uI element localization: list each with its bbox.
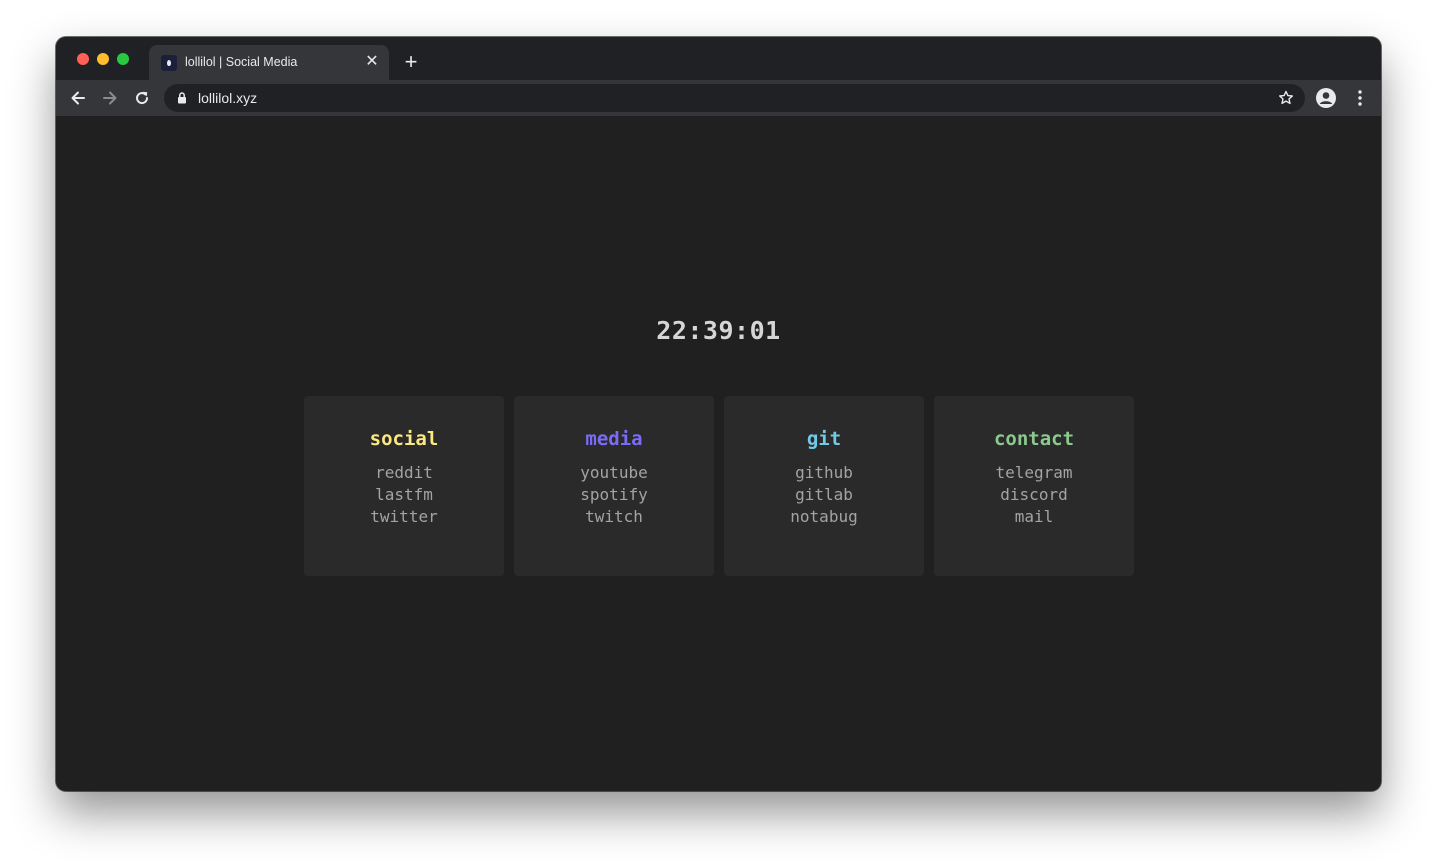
favicon-icon [161,55,177,71]
tab-title: lollilol | Social Media [185,55,298,69]
link-youtube[interactable]: youtube [514,462,714,484]
card-git: git github gitlab notabug [724,396,924,576]
forward-button[interactable] [98,86,122,110]
card-title: git [806,428,842,450]
tab-close-icon[interactable]: ✕ [363,53,381,71]
address-bar[interactable]: lollilol.xyz [164,84,1305,112]
title-bar: lollilol | Social Media ✕ + [56,37,1381,80]
link-notabug[interactable]: notabug [724,506,924,528]
card-contact: contact telegram discord mail [934,396,1134,576]
profile-icon[interactable] [1315,87,1337,109]
minimize-window-button[interactable] [97,53,109,65]
link-github[interactable]: github [724,462,924,484]
arrow-right-icon [103,91,117,105]
browser-toolbar: lollilol.xyz [56,80,1381,116]
link-lastfm[interactable]: lastfm [304,484,504,506]
reload-button[interactable] [130,86,154,110]
link-twitter[interactable]: twitter [304,506,504,528]
link-gitlab[interactable]: gitlab [724,484,924,506]
card-title: social [369,428,439,450]
card-social: social reddit lastfm twitter [304,396,504,576]
link-spotify[interactable]: spotify [514,484,714,506]
reload-icon [136,91,149,105]
card-media: media youtube spotify twitch [514,396,714,576]
clock: 22:39:01 [656,316,781,345]
arrow-left-icon [71,91,85,105]
link-list: youtube spotify twitch [514,462,714,528]
maximize-window-button[interactable] [117,53,129,65]
bookmark-star-icon[interactable] [1277,89,1295,107]
link-reddit[interactable]: reddit [304,462,504,484]
link-list: github gitlab notabug [724,462,924,528]
link-discord[interactable]: discord [934,484,1134,506]
page-content: 22:39:01 social reddit lastfm twitter me… [56,116,1381,791]
link-telegram[interactable]: telegram [934,462,1134,484]
link-cards: social reddit lastfm twitter media youtu… [304,396,1134,576]
new-tab-button[interactable]: + [400,51,422,73]
lock-icon [178,92,186,104]
link-list: telegram discord mail [934,462,1134,528]
card-title: contact [993,428,1075,450]
tab-active[interactable]: lollilol | Social Media ✕ [149,45,389,80]
back-button[interactable] [66,86,90,110]
link-twitch[interactable]: twitch [514,506,714,528]
link-list: reddit lastfm twitter [304,462,504,528]
close-window-button[interactable] [77,53,89,65]
url-text: lollilol.xyz [198,90,258,106]
link-mail[interactable]: mail [934,506,1134,528]
card-title: media [585,428,643,450]
browser-window: lollilol | Social Media ✕ + lollilol.xyz… [56,37,1381,791]
kebab-menu-icon[interactable] [1349,87,1371,109]
